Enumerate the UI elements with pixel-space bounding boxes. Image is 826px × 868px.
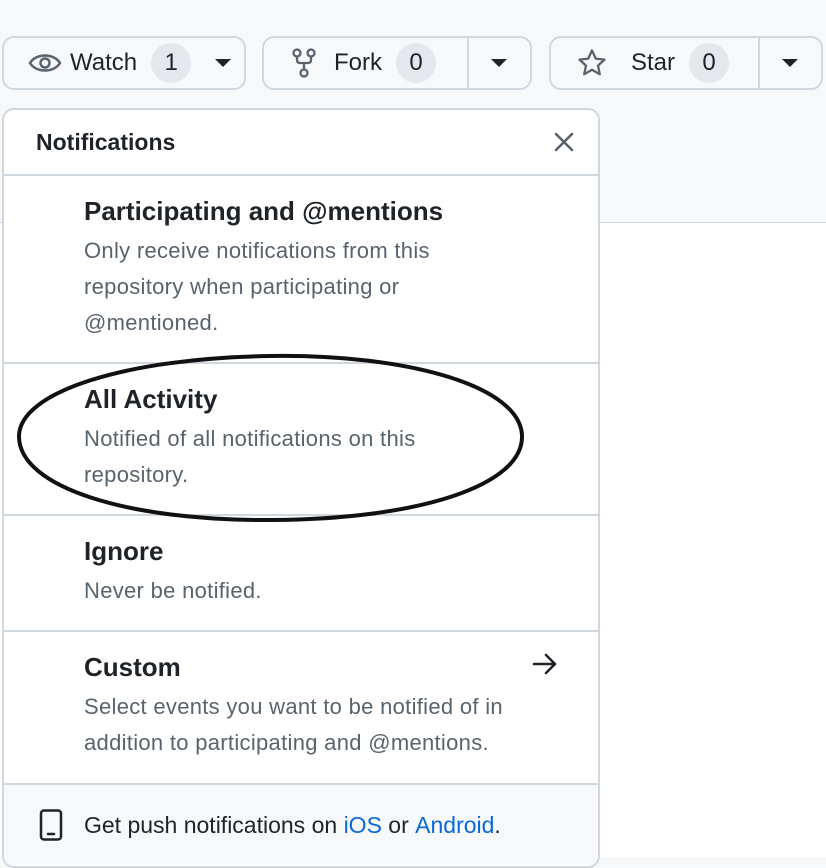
watch-count: 1: [151, 43, 192, 83]
option-ignore[interactable]: Ignore Never be notified.: [4, 516, 598, 632]
caret-down-icon: [782, 59, 799, 67]
fork-label: Fork: [334, 49, 382, 76]
option-all-activity[interactable]: All Activity Notified of all notificatio…: [4, 364, 598, 516]
option-description-line: Only receive notifications from this: [84, 238, 430, 263]
notifications-panel: Notifications Participating and @mention…: [2, 108, 600, 868]
option-title: Custom: [84, 652, 181, 682]
star-dropdown-caret[interactable]: [760, 38, 822, 88]
watch-dropdown-caret[interactable]: [201, 38, 244, 88]
option-description-line: Never be notified.: [84, 578, 262, 603]
caret-down-icon: [491, 59, 508, 67]
star-label: Star: [631, 49, 676, 76]
panel-header: Notifications: [4, 110, 598, 176]
fork-dropdown-caret[interactable]: [469, 38, 530, 88]
option-title: All Activity: [84, 384, 218, 414]
watch-button-group: Watch 1: [2, 36, 246, 90]
star-button-group: Star 0: [549, 36, 823, 90]
watch-label: Watch: [70, 49, 138, 76]
ios-link[interactable]: iOS: [344, 812, 382, 839]
arrow-right-icon: [532, 652, 558, 681]
option-participating[interactable]: Participating and @mentions Only receive…: [4, 176, 598, 364]
panel-title: Notifications: [36, 128, 176, 155]
option-description-line: addition to participating and @mentions.: [84, 730, 489, 755]
option-description-line: repository.: [84, 462, 189, 487]
footer-text: Get push notifications on: [84, 811, 344, 838]
close-icon[interactable]: [550, 128, 578, 156]
star-count: 0: [689, 43, 730, 83]
option-description-line: @mentioned.: [84, 310, 219, 335]
caret-down-icon: [214, 59, 231, 67]
footer-text-or: or: [381, 811, 416, 838]
option-title: Ignore: [84, 536, 164, 566]
android-link[interactable]: Android: [415, 812, 494, 839]
watch-button[interactable]: Watch 1: [4, 38, 201, 88]
option-custom[interactable]: Custom Select events you want to be noti…: [4, 632, 598, 785]
footer-period: .: [494, 811, 501, 838]
option-title: Participating and @mentions: [84, 196, 444, 226]
star-icon: [577, 48, 607, 78]
fork-button[interactable]: Fork 0: [264, 38, 467, 88]
option-description: Only receive notifications from this rep…: [84, 233, 558, 341]
fork-button-group: Fork 0: [262, 36, 532, 90]
option-description: Select events you want to be notified of…: [84, 689, 558, 761]
fork-count: 0: [396, 43, 436, 83]
star-button[interactable]: Star 0: [551, 38, 758, 88]
device-mobile-icon: [38, 809, 64, 841]
push-notifications-footer: Get push notifications on iOS or Android…: [4, 785, 598, 865]
option-description: Notified of all notifications on this re…: [84, 421, 558, 493]
eye-icon: [28, 51, 62, 75]
option-description-line: Select events you want to be notified of…: [84, 694, 503, 719]
option-description-line: Notified of all notifications on this: [84, 426, 416, 451]
repo-forked-icon: [292, 48, 316, 78]
option-description: Never be notified.: [84, 573, 558, 609]
option-description-line: repository when participating or: [84, 274, 400, 299]
